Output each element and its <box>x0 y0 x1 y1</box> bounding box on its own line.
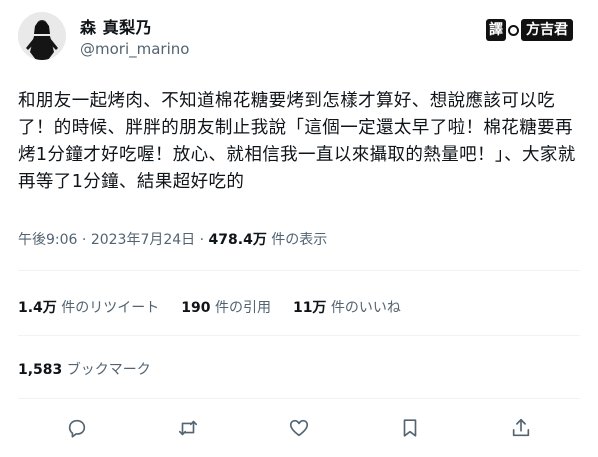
like-button[interactable] <box>283 412 315 444</box>
divider <box>18 335 580 336</box>
meta-separator: · <box>81 232 87 248</box>
retweet-icon <box>178 420 198 436</box>
retweet-button[interactable] <box>172 412 204 444</box>
quotes-stat[interactable]: 190 件の引用 <box>181 297 271 317</box>
share-icon <box>512 418 530 437</box>
like-icon <box>289 419 309 437</box>
retweets-count: 1.4万 <box>18 300 57 316</box>
bookmark-icon <box>403 419 417 437</box>
user-handle[interactable]: @mori_marino <box>80 40 189 58</box>
views-count: 478.4万 <box>208 232 267 248</box>
quotes-label: 件の引用 <box>214 300 271 316</box>
retweets-stat[interactable]: 1.4万 件のリツイート <box>18 297 159 317</box>
tweet-text: 和朋友一起烤肉、不知道棉花糖要烤到怎樣才算好、想說應該可以吃了！的時候、胖胖的朋… <box>18 91 576 192</box>
quotes-count: 190 <box>181 300 211 316</box>
views-label: 件の表示 <box>271 232 328 248</box>
reply-button[interactable] <box>61 412 93 444</box>
bookmarks-stat[interactable]: 1,583 ブックマーク <box>18 359 151 379</box>
tweet-card: 森 真梨乃 @mori_marino 譯 方吉君 和朋友一起烤肉、不知道棉花糖要… <box>0 0 598 457</box>
dot-icon <box>508 24 519 36</box>
bookmarks-count: 1,583 <box>18 362 63 378</box>
engagement-stats: 1.4万 件のリツイート 190 件の引用 11万 件のいいね <box>18 297 423 317</box>
likes-label: 件のいいね <box>330 300 401 316</box>
display-name[interactable]: 森 真梨乃 <box>80 14 152 38</box>
likes-stat[interactable]: 11万 件のいいね <box>293 297 401 317</box>
translator-watermark: 譯 方吉君 <box>486 18 573 42</box>
bookmark-button[interactable] <box>394 412 426 444</box>
avatar[interactable] <box>18 12 66 60</box>
likes-count: 11万 <box>292 300 327 316</box>
tweet-date[interactable]: 2023年7月24日 <box>91 232 195 248</box>
retweets-label: 件のリツイート <box>61 300 160 316</box>
action-bar <box>0 412 598 444</box>
bookmarks-label: ブックマーク <box>66 362 151 378</box>
reply-icon <box>68 419 86 438</box>
meta-separator: · <box>199 232 205 248</box>
share-button[interactable] <box>505 412 537 444</box>
divider <box>18 270 580 271</box>
tweet-meta: 午後9:06 · 2023年7月24日 · 478.4万 件の表示 <box>18 229 327 249</box>
divider <box>18 398 580 399</box>
translate-label: 譯 <box>486 19 506 41</box>
avatar-image <box>18 12 66 60</box>
tweet-time[interactable]: 午後9:06 <box>18 232 77 248</box>
translator-name: 方吉君 <box>521 19 573 41</box>
